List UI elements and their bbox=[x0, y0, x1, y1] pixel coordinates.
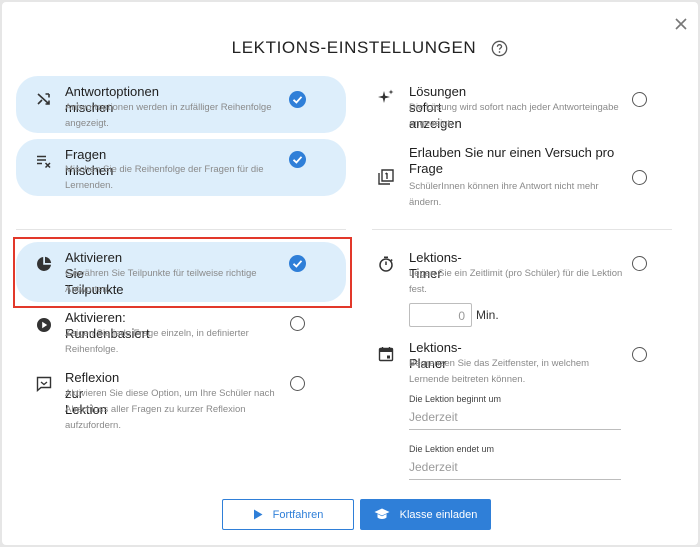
option-description: Begrenzen Sie das Zeitfenster, in welche… bbox=[409, 358, 590, 385]
option-title: Erlauben Sie nur einen Versuch pro Frage bbox=[409, 145, 615, 176]
radio-unchecked[interactable] bbox=[632, 170, 647, 185]
timer-minutes-input[interactable]: 0 bbox=[409, 303, 472, 327]
close-icon[interactable] bbox=[673, 16, 689, 32]
feedback-icon bbox=[36, 376, 52, 392]
option-description: Legen Sie ein Zeitlimit (pro Schüler) fü… bbox=[409, 268, 623, 295]
radio-unchecked[interactable] bbox=[632, 256, 647, 271]
start-time-label: Die Lektion beginnt um bbox=[409, 394, 502, 404]
play-icon bbox=[253, 509, 263, 520]
radio-unchecked[interactable] bbox=[290, 316, 305, 331]
play-circle-icon bbox=[37, 318, 51, 332]
continue-label: Fortfahren bbox=[272, 508, 324, 521]
start-time-input[interactable]: Jederzeit bbox=[409, 410, 621, 430]
modal-title: LEKTIONS-EINSTELLUNGEN bbox=[231, 38, 477, 57]
graduation-cap-icon bbox=[374, 508, 390, 519]
invite-class-button[interactable]: Klasse einladen bbox=[360, 499, 491, 530]
shuffle-icon bbox=[37, 93, 50, 105]
highlight-box bbox=[13, 237, 352, 308]
modal-header: LEKTIONS-EINSTELLUNGEN bbox=[2, 36, 698, 60]
filter-one-icon bbox=[378, 169, 394, 185]
continue-button[interactable]: Fortfahren bbox=[222, 499, 354, 530]
radio-unchecked[interactable] bbox=[632, 347, 647, 362]
option-description: Die Lösung wird sofort nach jeder Antwor… bbox=[409, 102, 619, 129]
option-description: SchülerInnen können ihre Antwort nicht m… bbox=[409, 181, 599, 208]
option-description: Antwortoptionen werden in zufälliger Rei… bbox=[65, 102, 272, 129]
end-time-label: Die Lektion endet um bbox=[409, 444, 495, 454]
divider bbox=[16, 229, 346, 230]
option-description: Mischen Sie die Reihenfolge der Fragen f… bbox=[65, 164, 264, 191]
shuffle-list-icon bbox=[37, 155, 51, 169]
checked-icon[interactable] bbox=[289, 91, 306, 108]
end-time-input[interactable]: Jederzeit bbox=[409, 460, 621, 480]
lesson-settings-modal: LEKTIONS-EINSTELLUNGEN Antwortoptionen m… bbox=[2, 2, 698, 545]
checked-icon[interactable] bbox=[289, 151, 306, 168]
option-description: Zeigen Sie jede Frage einzeln, in defini… bbox=[65, 328, 249, 355]
option-description: Aktivieren Sie diese Option, um Ihre Sch… bbox=[65, 388, 275, 431]
timer-unit-label: Min. bbox=[476, 308, 499, 322]
radio-unchecked[interactable] bbox=[632, 92, 647, 107]
help-circle-icon[interactable] bbox=[491, 40, 508, 57]
calendar-icon bbox=[378, 347, 394, 362]
invite-label: Klasse einladen bbox=[399, 508, 478, 521]
divider bbox=[372, 229, 672, 230]
timer-icon bbox=[379, 256, 393, 272]
radio-unchecked[interactable] bbox=[290, 376, 305, 391]
sparkle-icon bbox=[378, 89, 394, 103]
